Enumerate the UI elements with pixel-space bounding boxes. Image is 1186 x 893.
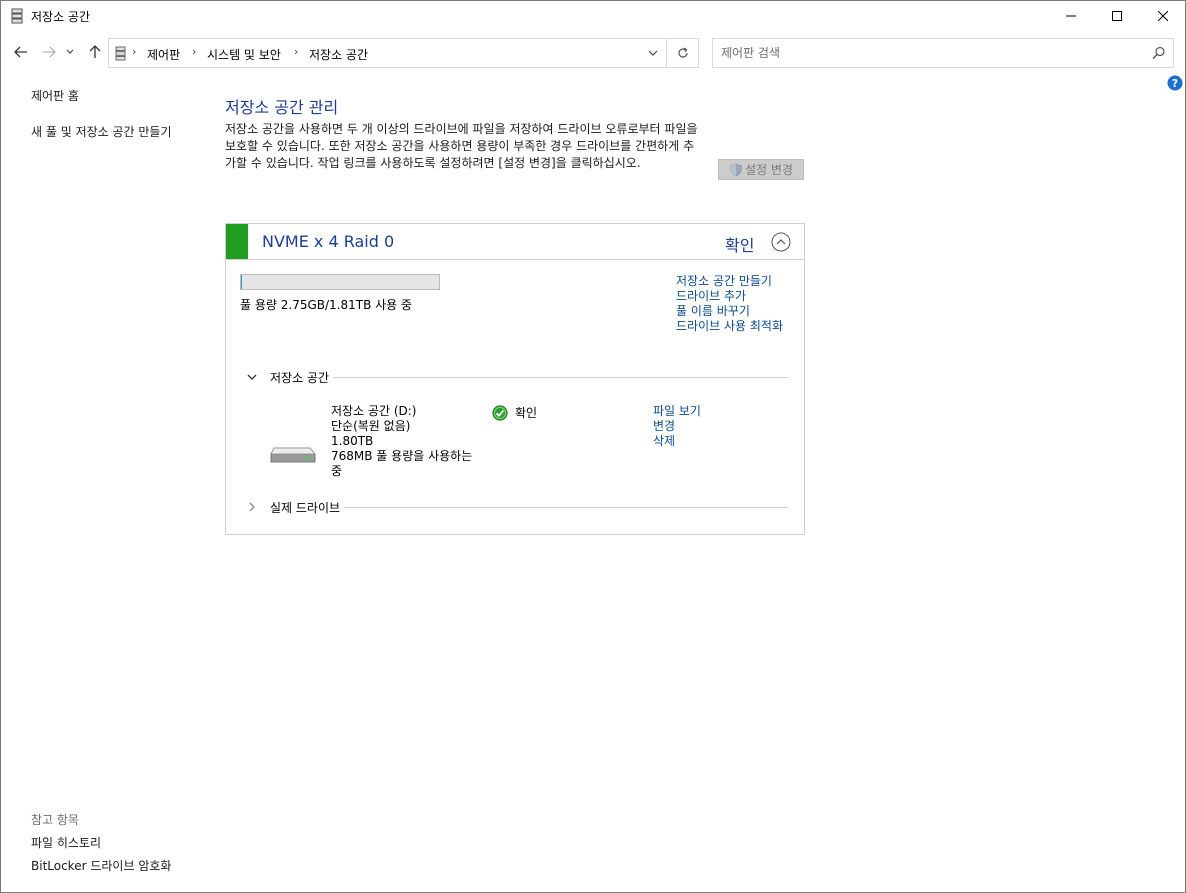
arrow-up-icon bbox=[89, 45, 101, 58]
refresh-button[interactable] bbox=[666, 39, 698, 67]
window-title: 저장소 공간 bbox=[31, 10, 91, 24]
breadcrumb-separator: › bbox=[132, 45, 137, 58]
breadcrumb-separator: › bbox=[192, 45, 197, 58]
breadcrumb-separator: › bbox=[294, 45, 299, 58]
maximize-button[interactable] bbox=[1094, 1, 1140, 31]
storage-space-status: 확인 bbox=[515, 406, 538, 420]
storage-pool-panel: NVME x 4 Raid 0 확인 풀 용량 2.75GB/1.81TB 사용… bbox=[225, 223, 805, 535]
storage-space-capacity: 1.80TB bbox=[331, 434, 374, 448]
close-button[interactable] bbox=[1140, 1, 1186, 31]
maximize-icon bbox=[1112, 11, 1122, 21]
see-also-file-history[interactable]: 파일 히스토리 bbox=[31, 834, 101, 851]
sidebar-item-control-panel-home[interactable]: 제어판 홈 bbox=[31, 87, 79, 104]
create-storage-space-link[interactable]: 저장소 공간 만들기 bbox=[676, 274, 791, 289]
physical-drives-section-label: 실제 드라이브 bbox=[270, 499, 345, 516]
change-settings-label: 설정 변경 bbox=[745, 163, 793, 177]
change-settings-button[interactable]: 설정 변경 bbox=[718, 159, 804, 180]
pool-header: NVME x 4 Raid 0 확인 bbox=[226, 224, 804, 260]
view-files-link[interactable]: 파일 보기 bbox=[653, 404, 701, 419]
storage-spaces-icon bbox=[115, 46, 126, 61]
chevron-down-icon bbox=[66, 49, 74, 54]
storage-spaces-icon bbox=[11, 8, 23, 24]
storage-space-links: 파일 보기 변경 삭제 bbox=[653, 404, 701, 449]
rename-pool-link[interactable]: 풀 이름 바꾸기 bbox=[676, 304, 791, 319]
pool-name: NVME x 4 Raid 0 bbox=[262, 232, 395, 251]
pool-task-links: 저장소 공간 만들기 드라이브 추가 풀 이름 바꾸기 드라이브 사용 최적화 bbox=[676, 274, 791, 334]
chevron-down-icon bbox=[648, 50, 658, 56]
storage-spaces-section-label: 저장소 공간 bbox=[270, 369, 334, 386]
see-also-heading: 참고 항목 bbox=[31, 813, 79, 827]
pool-usage-bar bbox=[240, 274, 440, 290]
pool-status-stripe bbox=[226, 224, 248, 259]
optimize-drive-usage-link[interactable]: 드라이브 사용 최적화 bbox=[676, 319, 791, 334]
ok-check-icon bbox=[492, 405, 508, 421]
physical-drives-section[interactable]: 실제 드라이브 bbox=[246, 499, 788, 517]
arrow-right-icon bbox=[43, 46, 56, 58]
recent-locations-button[interactable] bbox=[63, 41, 77, 63]
page-description: 저장소 공간을 사용하면 두 개 이상의 드라이브에 파일을 저장하여 드라이브… bbox=[225, 122, 698, 170]
forward-button[interactable] bbox=[39, 41, 59, 63]
up-button[interactable] bbox=[85, 41, 105, 63]
address-bar[interactable]: › 제어판 › 시스템 및 보안 › 저장소 공간 bbox=[108, 38, 699, 68]
refresh-icon bbox=[677, 47, 688, 58]
storage-spaces-window: 저장소 공간 › 제어판 › 시스템 및 보안 › 저장소 공간 제어판 검색 … bbox=[0, 0, 1186, 893]
breadcrumb-control-panel[interactable]: 제어판 bbox=[147, 46, 180, 63]
minimize-icon bbox=[1066, 15, 1076, 17]
add-drives-link[interactable]: 드라이브 추가 bbox=[676, 289, 791, 304]
storage-space-usage: 768MB 풀 용량을 사용하는 중 bbox=[331, 449, 473, 478]
pool-status: 확인 bbox=[725, 236, 755, 255]
help-icon[interactable]: ? bbox=[1167, 75, 1183, 91]
minimize-button[interactable] bbox=[1048, 1, 1094, 31]
search-box[interactable] bbox=[712, 38, 1174, 68]
breadcrumb-storage-spaces[interactable]: 저장소 공간 bbox=[309, 46, 368, 63]
pool-usage-text: 풀 용량 2.75GB/1.81TB 사용 중 bbox=[240, 298, 413, 312]
arrow-left-icon bbox=[14, 46, 27, 58]
title-bar: 저장소 공간 bbox=[1, 1, 1185, 31]
chevron-right-icon bbox=[249, 502, 255, 512]
delete-link[interactable]: 삭제 bbox=[653, 434, 701, 449]
close-icon bbox=[1158, 11, 1168, 21]
storage-space-details: 저장소 공간 (D:) 단순(복원 없음) 1.80TB 768MB 풀 용량을… bbox=[331, 404, 486, 479]
chevron-down-icon bbox=[247, 374, 257, 380]
sidebar-item-create-pool[interactable]: 새 풀 및 저장소 공간 만들기 bbox=[31, 123, 172, 140]
search-input[interactable] bbox=[721, 45, 1141, 61]
change-link[interactable]: 변경 bbox=[653, 419, 701, 434]
storage-spaces-section[interactable]: 저장소 공간 bbox=[246, 369, 788, 387]
collapse-up-icon[interactable] bbox=[771, 232, 791, 252]
storage-space-name: 저장소 공간 (D:) bbox=[331, 404, 417, 418]
see-also-bitlocker[interactable]: BitLocker 드라이브 암호화 bbox=[31, 857, 171, 874]
svg-text:?: ? bbox=[1172, 77, 1178, 90]
navigation-bar: › 제어판 › 시스템 및 보안 › 저장소 공간 bbox=[1, 35, 1185, 69]
uac-shield-icon bbox=[730, 163, 742, 176]
search-icon[interactable] bbox=[1151, 45, 1167, 61]
back-button[interactable] bbox=[11, 41, 31, 63]
breadcrumb-system-security[interactable]: 시스템 및 보안 bbox=[207, 46, 281, 63]
section-divider bbox=[270, 377, 788, 378]
storage-space-resiliency: 단순(복원 없음) bbox=[331, 419, 411, 433]
address-history-button[interactable] bbox=[640, 39, 666, 67]
page-title: 저장소 공간 관리 bbox=[225, 98, 339, 117]
drive-icon bbox=[270, 447, 316, 463]
section-divider bbox=[270, 507, 788, 508]
